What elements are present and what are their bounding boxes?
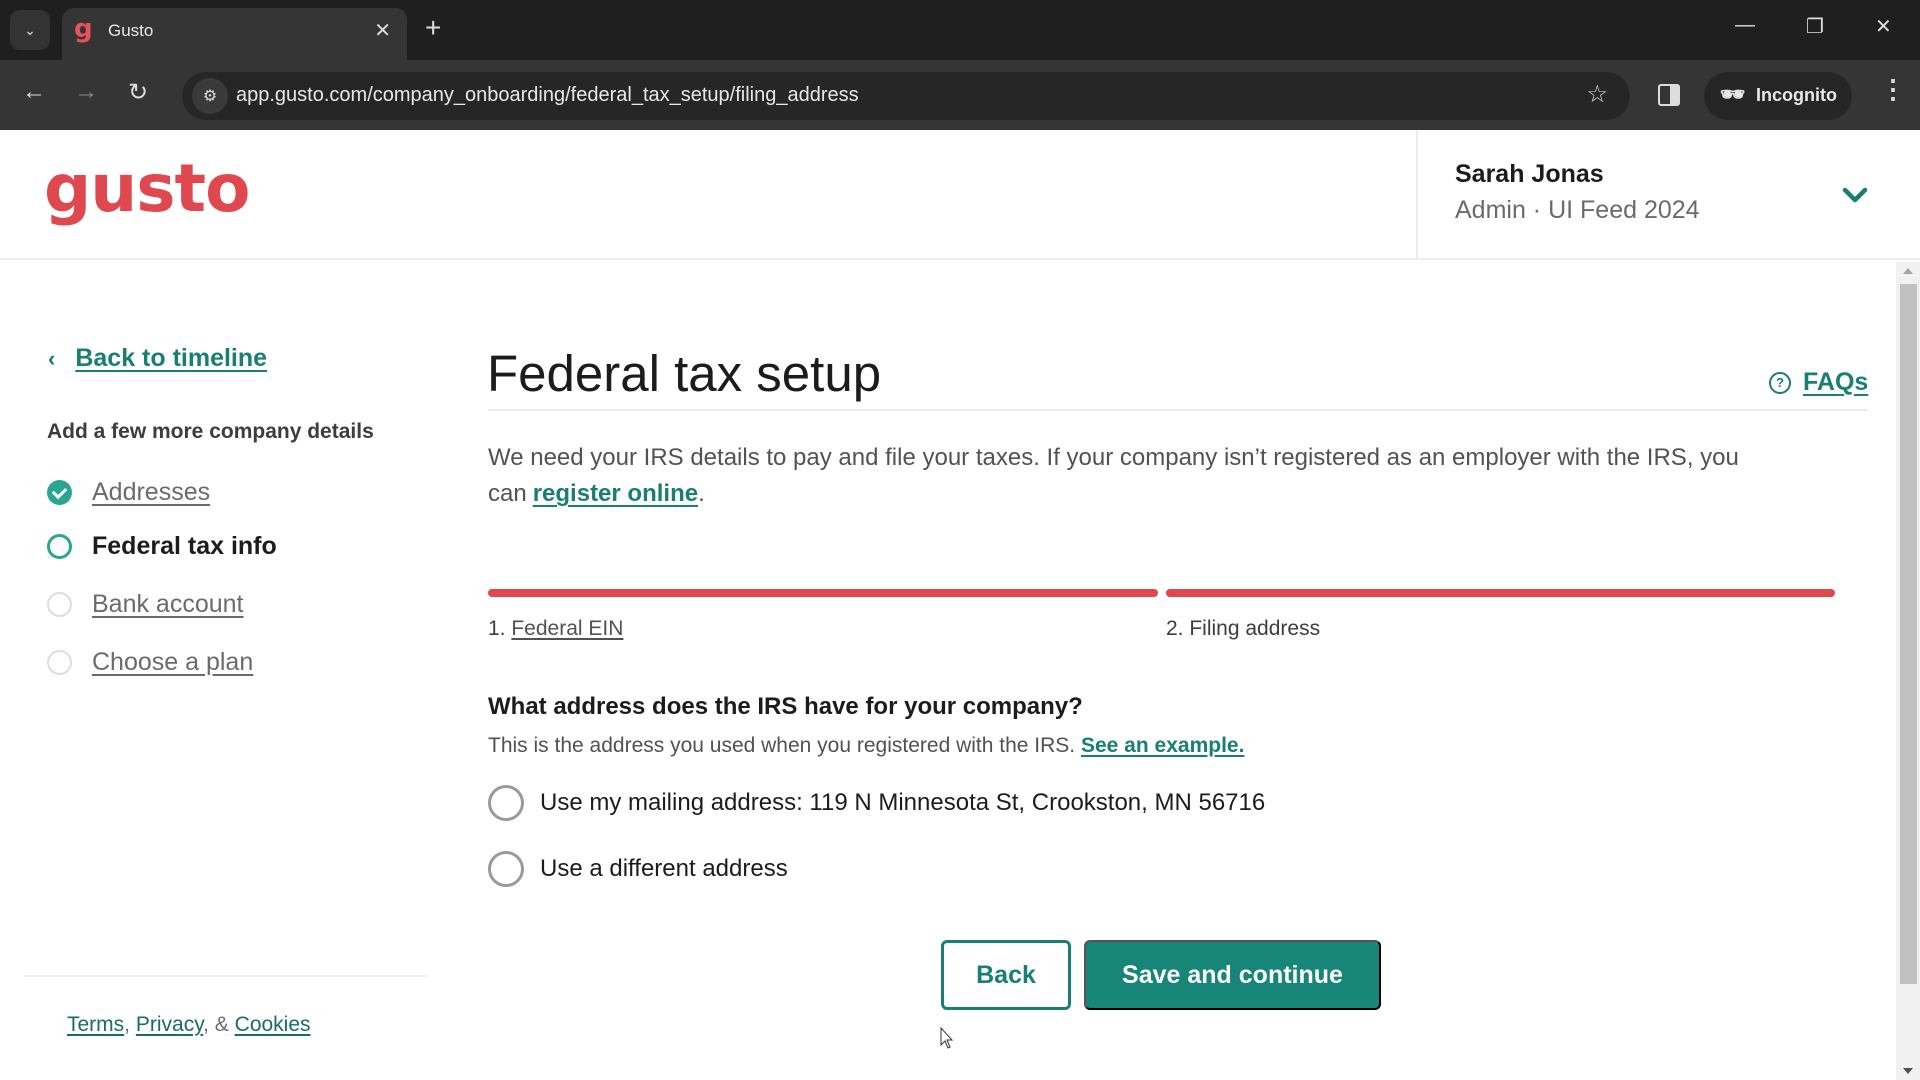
incognito-label: Incognito (1756, 85, 1837, 105)
site-info-icon[interactable]: ⚙ (192, 78, 228, 114)
current-step-circle-icon (47, 534, 72, 559)
step-federal-ein-link[interactable]: Federal EIN (511, 617, 623, 640)
side-panel-icon[interactable] (1658, 84, 1680, 106)
help-circle-icon: ? (1769, 371, 1791, 394)
incognito-badge[interactable]: 🕶 Incognito (1704, 72, 1852, 120)
question-heading: What address does the IRS have for your … (488, 693, 1083, 720)
chevron-down-icon[interactable] (1838, 178, 1872, 212)
header-divider (1416, 130, 1418, 258)
radio-button[interactable] (488, 785, 524, 821)
save-and-continue-button[interactable]: Save and continue (1084, 940, 1381, 1010)
step-1-fill (488, 589, 1158, 597)
radio-button[interactable] (488, 851, 524, 887)
separator: , & (203, 1013, 235, 1036)
incognito-icon: 🕶 (1720, 84, 1746, 106)
sidebar-item-label[interactable]: Addresses (92, 478, 210, 507)
chevron-left-icon: ‹ (48, 345, 56, 371)
check-circle-icon (47, 480, 72, 505)
see-example-link[interactable]: See an example. (1081, 734, 1244, 757)
browser-tab[interactable]: g Gusto ✕ (62, 8, 407, 60)
user-role-company[interactable]: Admin · UI Feed 2024 (1455, 196, 1700, 225)
step-1-track (488, 589, 1158, 597)
step-2-fill (1166, 589, 1835, 597)
tab-title: Gusto (108, 21, 154, 40)
radio-option-mailing-address[interactable]: Use my mailing address: 119 N Minnesota … (488, 785, 1265, 821)
terms-link[interactable]: Terms (67, 1013, 124, 1036)
intro-text: We need your IRS details to pay and file… (488, 440, 1828, 512)
scroll-up-arrow-icon[interactable] (1903, 268, 1913, 274)
sidebar-item-label: Federal tax info (92, 532, 277, 560)
step-number: 1. (488, 617, 506, 640)
sidebar-item-label[interactable]: Choose a plan (92, 648, 253, 677)
browser-tab-strip: ⌄ g Gusto ✕ + — ❐ ✕ (0, 0, 1920, 60)
radio-option-different-address[interactable]: Use a different address (488, 851, 788, 887)
browser-menu-icon[interactable]: ⋮ (1880, 74, 1906, 105)
forward-arrow-icon[interactable]: → (74, 78, 98, 106)
minimize-icon[interactable]: — (1735, 14, 1755, 37)
user-name[interactable]: Sarah Jonas (1455, 160, 1604, 189)
address-bar[interactable]: ⚙ app.gusto.com/company_onboarding/feder… (182, 72, 1630, 120)
radio-label[interactable]: Use my mailing address: 119 N Minnesota … (540, 789, 1265, 817)
close-tab-icon[interactable]: ✕ (374, 18, 391, 43)
browser-toolbar: ← → ↻ ⚙ app.gusto.com/company_onboarding… (0, 60, 1920, 130)
step-1-label: 1. Federal EIN (488, 617, 623, 641)
bookmark-star-icon[interactable]: ☆ (1586, 80, 1608, 109)
restore-icon[interactable]: ❐ (1806, 14, 1824, 39)
sidebar-heading: Add a few more company details (47, 420, 374, 443)
faqs-button[interactable]: ? FAQs (1769, 368, 1868, 397)
step-2-track (1166, 589, 1835, 597)
step-number: 2. (1166, 617, 1184, 640)
faqs-link[interactable]: FAQs (1803, 368, 1868, 397)
gusto-logo[interactable]: gusto (44, 150, 250, 227)
reload-icon[interactable]: ↻ (128, 78, 148, 107)
new-tab-button[interactable]: + (425, 14, 441, 42)
sidebar-divider (24, 975, 428, 977)
url-text[interactable]: app.gusto.com/company_onboarding/federal… (236, 84, 859, 107)
close-window-icon[interactable]: ✕ (1875, 14, 1892, 39)
empty-circle-icon (47, 592, 72, 617)
back-arrow-icon[interactable]: ← (22, 78, 46, 106)
step-filing-address: Filing address (1189, 617, 1321, 640)
tab-search-button[interactable]: ⌄ (10, 10, 50, 50)
gusto-favicon-icon: g (74, 14, 93, 44)
page-title: Federal tax setup (487, 345, 882, 402)
question-help: This is the address you used when you re… (488, 734, 1244, 758)
question-help-text: This is the address you used when you re… (488, 734, 1076, 757)
sidebar-item-federal-tax-info[interactable]: Federal tax info (47, 532, 277, 561)
cookies-link[interactable]: Cookies (235, 1013, 311, 1036)
privacy-link[interactable]: Privacy (136, 1013, 203, 1036)
separator: , (124, 1013, 136, 1036)
sidebar-item-addresses[interactable]: Addresses (47, 478, 210, 507)
sidebar-item-label[interactable]: Bank account (92, 590, 244, 619)
back-to-timeline[interactable]: ‹ Back to timeline (48, 344, 267, 373)
legal-links: Terms, Privacy, & Cookies (67, 1013, 311, 1037)
scroll-down-arrow-icon[interactable] (1903, 1068, 1913, 1074)
step-2-label: 2. Filing address (1166, 617, 1320, 641)
app-header: gusto Sarah Jonas Admin · UI Feed 2024 (0, 130, 1920, 260)
back-to-timeline-link[interactable]: Back to timeline (75, 344, 267, 373)
register-online-link[interactable]: register online (533, 480, 698, 507)
page-scrollbar[interactable] (1896, 262, 1920, 1080)
sidebar-item-choose-a-plan[interactable]: Choose a plan (47, 648, 253, 677)
step-progress (488, 589, 1835, 597)
intro-end: . (698, 480, 705, 507)
back-button[interactable]: Back (941, 940, 1071, 1010)
title-divider (488, 409, 1868, 411)
sidebar-item-bank-account[interactable]: Bank account (47, 590, 244, 619)
scrollbar-thumb[interactable] (1900, 284, 1917, 984)
empty-circle-icon (47, 650, 72, 675)
mouse-cursor-icon (940, 1027, 954, 1049)
chevron-down-icon: ⌄ (24, 21, 36, 38)
radio-label[interactable]: Use a different address (540, 855, 788, 883)
